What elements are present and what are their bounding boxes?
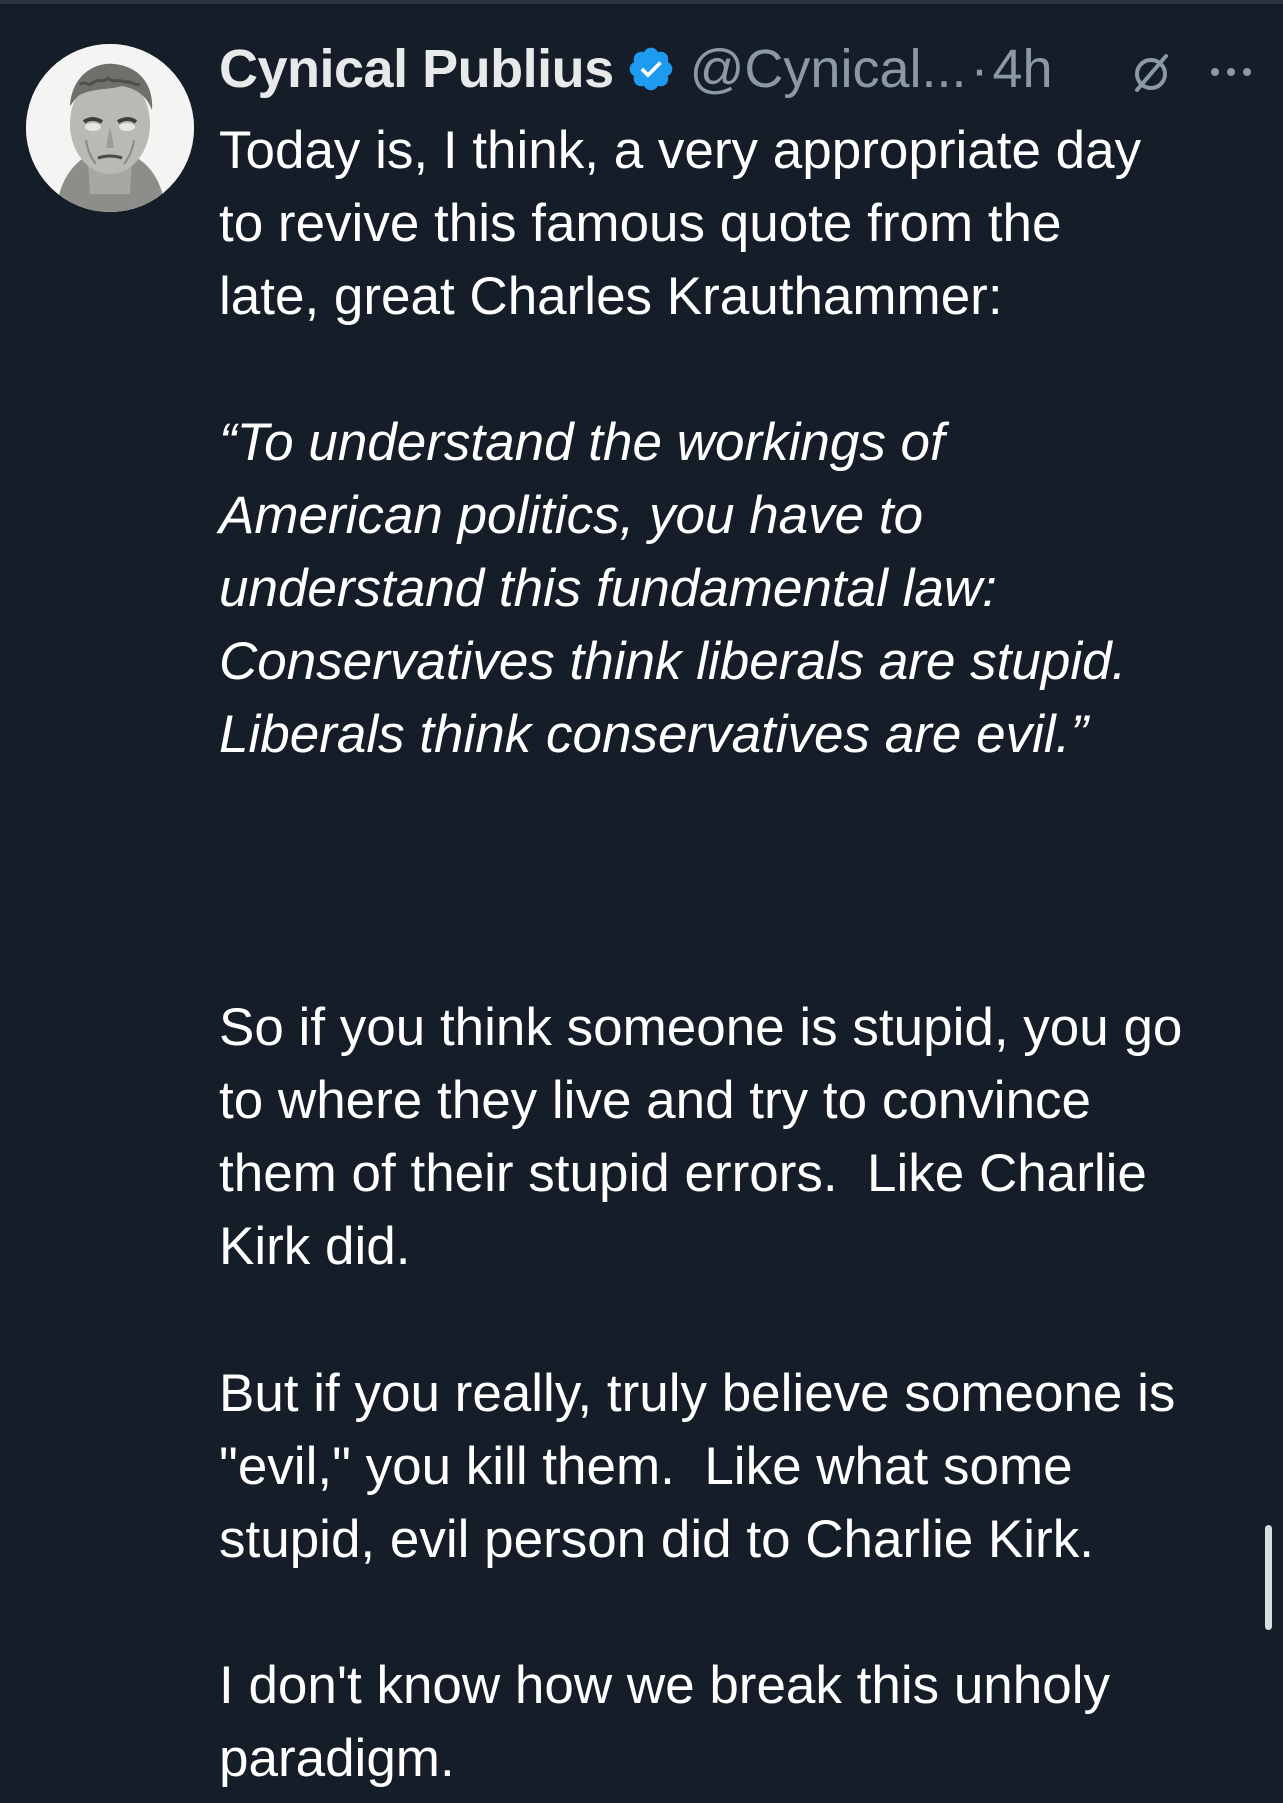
tweet-separator-line: ______________________________________ <box>219 874 1124 914</box>
tweet-paragraph-3: I don't know how we break this unholy pa… <box>219 1656 1111 1788</box>
tweet-text-intro: Today is, I think, a very appropriate da… <box>219 121 1142 326</box>
timestamp[interactable]: 4h <box>992 38 1052 100</box>
display-name[interactable]: Cynical Publius <box>219 38 614 100</box>
more-options-icon[interactable] <box>1207 54 1255 90</box>
tweet[interactable]: Cynical Publius @Cynical... · 4h Today i… <box>0 4 1283 1803</box>
user-handle[interactable]: @Cynical... <box>690 38 967 100</box>
avatar-bust-image <box>26 44 194 212</box>
separator-dot: · <box>970 39 989 99</box>
tweet-paragraph-1: So if you think someone is stupid, you g… <box>219 998 1183 1276</box>
verified-badge-icon[interactable] <box>626 44 676 94</box>
scrollbar[interactable] <box>1265 1525 1272 1630</box>
tweet-header: Cynical Publius @Cynical... · 4h <box>219 34 1259 104</box>
tweet-paragraph-2: But if you really, truly believe someone… <box>219 1364 1176 1569</box>
avatar[interactable] <box>26 44 194 212</box>
tweet-quote: “To understand the workings of American … <box>219 413 1127 764</box>
muted-conversation-icon[interactable] <box>1128 49 1174 95</box>
